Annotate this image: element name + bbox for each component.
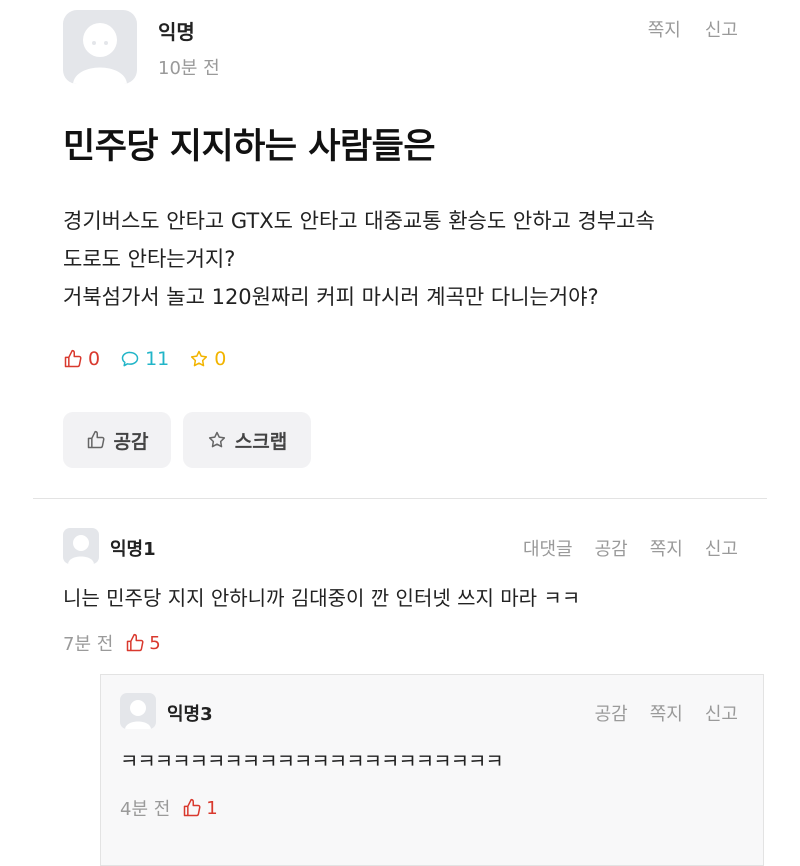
post-body-line: 경기버스도 안타고 GTX도 안타고 대중교통 환승도 안하고 경부고속 [63, 209, 655, 233]
like-count: 0 [88, 348, 101, 370]
star-icon [191, 350, 208, 367]
comment-actions: 대댓글 공감 쪽지 신고 [523, 535, 738, 561]
reply-like-button[interactable]: 공감 [595, 700, 628, 726]
scrap-button[interactable]: 스크랩 [183, 412, 311, 468]
post-title: 민주당 지지하는 사람들은 [63, 127, 436, 167]
comment-avatar [63, 528, 99, 564]
comment-text: 니는 민주당 지지 안하니까 김대중이 깐 인터넷 쓰지 마라 ㅋㅋ [63, 586, 581, 610]
comment-message-button[interactable]: 쪽지 [650, 535, 683, 561]
post-body-line: 거북섬가서 놀고 120원짜리 커피 마시러 계곡만 다니는거야? [63, 285, 599, 309]
comment-meta: 7분 전 5 [63, 630, 161, 656]
reply-time: 4분 전 [120, 799, 171, 820]
reply-avatar [120, 693, 156, 729]
reply-meta: 4분 전 1 [120, 795, 218, 821]
post-time: 10분 전 [158, 58, 220, 79]
author-avatar [63, 10, 137, 84]
thumbs-up-icon [87, 430, 105, 449]
comment-author: 익명1 [110, 539, 156, 560]
comment-time: 7분 전 [63, 634, 114, 655]
star-icon [208, 431, 225, 448]
comment-count: 11 [145, 348, 170, 370]
comment-like-count: 5 [149, 632, 161, 654]
thumbs-up-icon [184, 798, 201, 817]
user-placeholder-icon [125, 700, 151, 729]
like-button-label: 공감 [113, 430, 149, 453]
post-body: 경기버스도 안타고 GTX도 안타고 대중교통 환승도 안하고 경부고속 도로도… [63, 202, 763, 316]
comment-report-button[interactable]: 신고 [705, 535, 738, 561]
thumbs-up-icon [64, 349, 82, 368]
reply-message-button[interactable]: 쪽지 [650, 700, 683, 726]
post-body-line: 도로도 안타는거지? [63, 247, 236, 271]
user-placeholder-icon [73, 23, 127, 84]
scrap-stat: 0 [189, 348, 226, 370]
reply-like-stat: 1 [182, 797, 218, 819]
comment-bubble-icon [121, 351, 139, 367]
reply-report-button[interactable]: 신고 [705, 700, 738, 726]
post-report-button[interactable]: 신고 [705, 16, 738, 42]
reply-actions: 공감 쪽지 신고 [595, 700, 738, 726]
comment-like-button[interactable]: 공감 [595, 535, 628, 561]
thumbs-up-icon [127, 633, 144, 652]
reply-author: 익명3 [167, 704, 213, 725]
comment-like-stat: 5 [125, 632, 161, 654]
post-stats: 0 11 0 [63, 348, 226, 370]
post-author: 익명 [158, 20, 195, 44]
scrap-button-label: 스크랩 [234, 430, 288, 453]
scrap-count: 0 [214, 348, 227, 370]
post-actions: 쪽지 신고 [648, 16, 738, 42]
like-button[interactable]: 공감 [63, 412, 171, 468]
reply-text: ㅋㅋㅋㅋㅋㅋㅋㅋㅋㅋㅋㅋㅋㅋㅋㅋㅋㅋㅋㅋㅋㅋ [120, 749, 504, 773]
section-divider [33, 498, 767, 499]
reply-like-count: 1 [206, 797, 218, 819]
reply-button[interactable]: 대댓글 [523, 535, 573, 561]
post-message-button[interactable]: 쪽지 [648, 16, 681, 42]
like-stat: 0 [63, 348, 100, 370]
comment-stat: 11 [120, 348, 169, 370]
user-placeholder-icon [68, 535, 94, 564]
